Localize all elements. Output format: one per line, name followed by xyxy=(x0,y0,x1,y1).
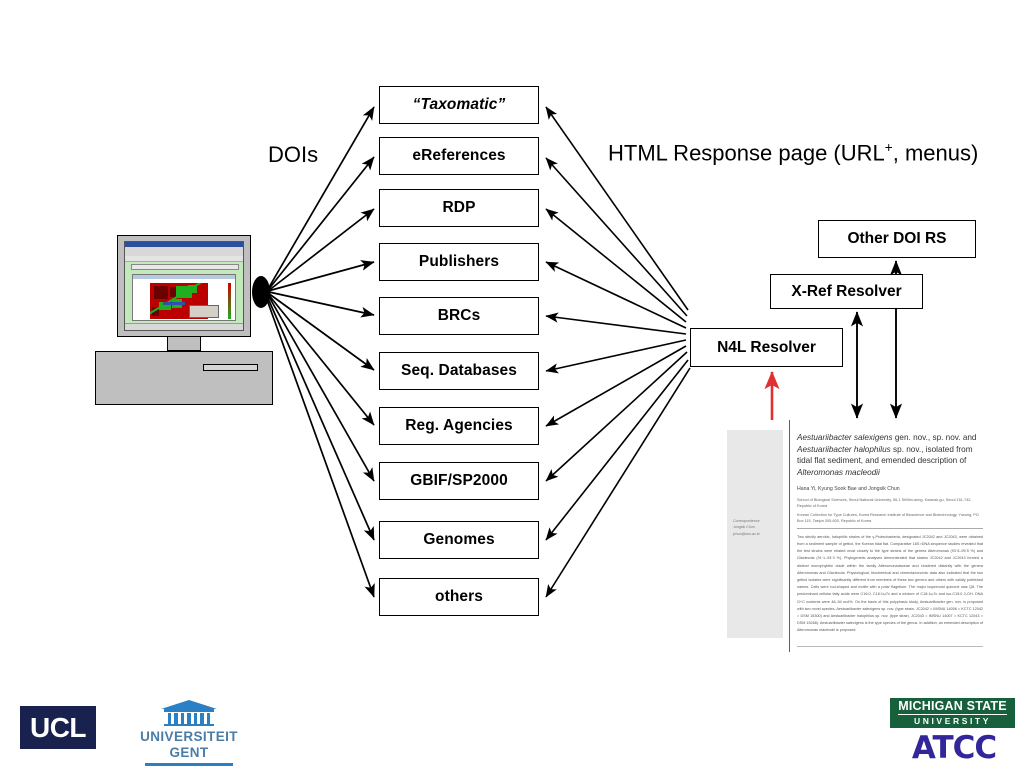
michigan-state-logo: MICHIGAN STATE UNIVERSITY xyxy=(890,698,1015,728)
service-box-seq-databases[interactable]: Seq. Databases xyxy=(379,352,539,390)
paper-divider xyxy=(797,528,983,529)
msu-logo-line-1: MICHIGAN STATE xyxy=(898,699,1007,716)
gent-logo-underline xyxy=(145,763,233,766)
dois-label: DOIs xyxy=(268,142,319,167)
service-box-ereferences[interactable]: eReferences xyxy=(379,137,539,175)
msu-logo-line-2: UNIVERSITY xyxy=(913,716,991,727)
service-box-publishers[interactable]: Publishers xyxy=(379,243,539,281)
monitor-neck xyxy=(167,337,201,351)
popup-dialog xyxy=(189,305,219,318)
service-box-reg-agencies[interactable]: Reg. Agencies xyxy=(379,407,539,445)
service-box-rdp[interactable]: RDP xyxy=(379,189,539,227)
paper-body: Aestuariibacter salexigens gen. nov., sp… xyxy=(797,432,983,634)
paper-title-genus-1: Aestuariibacter salexigens xyxy=(797,433,893,442)
inner-window-titlebar xyxy=(133,275,235,279)
inner-result-window xyxy=(132,274,236,321)
gent-temple-icon xyxy=(161,700,217,726)
gent-logo-line-2: GENT xyxy=(169,744,209,760)
paper-footer-rule xyxy=(797,646,983,647)
html-response-text-post: , menus) xyxy=(892,140,979,166)
gent-logo-line-1: UNIVERSITEIT xyxy=(140,729,238,744)
paper-title-line-3: tidal flat sediment, and emended descrip… xyxy=(797,456,967,466)
ucl-logo-text: UCL xyxy=(29,711,87,743)
resolver-box-xref[interactable]: X-Ref Resolver xyxy=(770,274,923,309)
paper-title-line-4: Alteromonas macleodii xyxy=(797,467,880,477)
browser-statusbar xyxy=(125,323,243,330)
drive-slot xyxy=(203,364,258,371)
paper-title: Aestuariibacter salexigens gen. nov., sp… xyxy=(797,432,983,479)
paper-affiliation-2: Korean Collection for Type Cultures, Kor… xyxy=(797,513,979,524)
html-response-label: HTML Response page (URL+, menus) xyxy=(608,140,978,166)
url-plus-superscript: + xyxy=(884,140,893,155)
resolver-box-other-doi-rs[interactable]: Other DOI RS xyxy=(818,220,976,258)
page-header-banner xyxy=(131,264,239,270)
diagram-canvas: DOIs HTML Response page (URL+, menus) “T… xyxy=(0,0,1025,770)
correspondence-email: jchun@snu.ac.kr xyxy=(733,531,760,536)
service-box-genomes[interactable]: Genomes xyxy=(379,521,539,559)
html-response-text-pre: HTML Response page (URL xyxy=(608,140,885,166)
computer-base-unit xyxy=(95,351,273,405)
resolver-box-n4l[interactable]: N4L Resolver xyxy=(690,328,843,367)
paper-title-rest-2: sp. nov., isolated from xyxy=(890,444,973,454)
service-box-others[interactable]: others xyxy=(379,578,539,616)
computer-illustration xyxy=(95,235,273,405)
heatmap-colorbar xyxy=(228,283,231,319)
atcc-logo: ATCC xyxy=(900,730,1008,766)
resolver-convergence-arrows xyxy=(545,106,691,598)
paper-vertical-rule xyxy=(789,420,790,652)
paper-affiliation-1: School of Biological Sciences, Seoul Nat… xyxy=(797,497,972,508)
paper-title-genus-2: Aestuariibacter halophilus xyxy=(797,444,891,454)
paper-authors: Hana Yi, Kyung Sook Bae and Jongsik Chun xyxy=(797,485,900,492)
atcc-logo-text: ATCC xyxy=(911,730,997,766)
doi-fan-arrows xyxy=(265,106,375,598)
service-box-gbif-sp2000[interactable]: GBIF/SP2000 xyxy=(379,462,539,500)
service-box-brcs[interactable]: BRCs xyxy=(379,297,539,335)
paper-correspondence-block: Correspondence Jongsik Chun jchun@snu.ac… xyxy=(733,518,783,537)
selection-bar xyxy=(163,302,185,305)
journal-article-thumbnail[interactable]: Correspondence Jongsik Chun jchun@snu.ac… xyxy=(727,420,989,660)
browser-address-bar xyxy=(125,256,243,262)
paper-title-rest-1: gen. nov., sp. nov. and xyxy=(892,433,977,442)
service-box-taxomatic[interactable]: “Taxomatic” xyxy=(379,86,539,124)
ucl-logo: UCL xyxy=(20,706,96,749)
paper-abstract: Two strictly aerobic, halophilic strains… xyxy=(797,534,983,633)
universiteit-gent-logo: UNIVERSITEIT GENT xyxy=(140,700,238,766)
monitor-screen xyxy=(124,241,244,331)
